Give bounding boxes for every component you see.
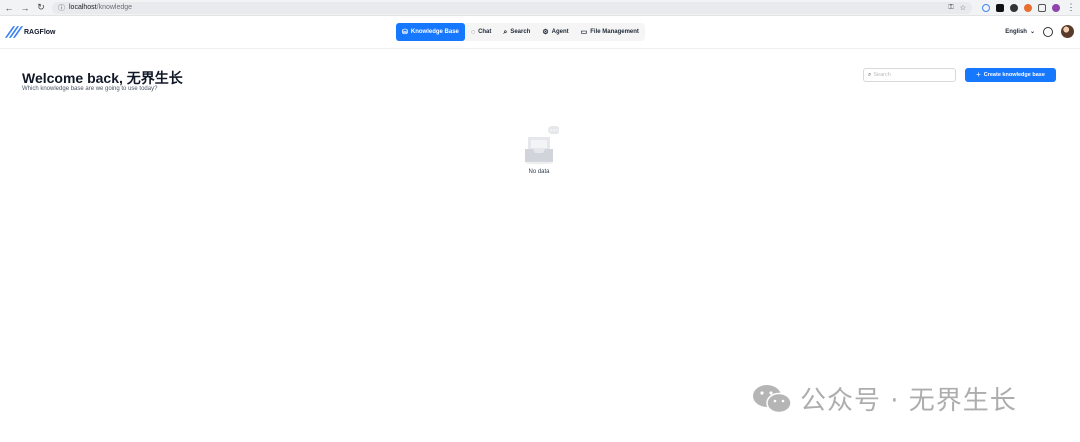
browser-toolbar: ← → ↻ ⓘ localhost/knowledge ⚿ ☆ ⋮ [0, 0, 1080, 16]
nav-item-chat[interactable]: ◌ Chat [465, 23, 498, 41]
github-icon[interactable] [1043, 26, 1053, 37]
nav-item-label: Search [510, 29, 531, 35]
bookmark-star-icon[interactable]: ☆ [960, 4, 966, 12]
empty-inbox-icon [525, 126, 559, 165]
url-host: localhost [69, 4, 97, 11]
wechat-icon [753, 384, 792, 413]
search-input[interactable] [873, 72, 951, 78]
app-header: RAGFlow ⛁ Knowledge Base ◌ Chat ⌕ Search… [0, 16, 1080, 49]
nav-item-file-management[interactable]: ▭ File Management [575, 23, 645, 41]
nav-item-label: File Management [590, 29, 639, 35]
create-button-label: Create knowledge base [983, 72, 1045, 78]
reload-icon[interactable]: ↻ [36, 2, 46, 13]
nav-item-label: Agent [551, 29, 569, 35]
language-label: English [1005, 28, 1027, 35]
url-path: /knowledge [96, 4, 133, 11]
forward-icon[interactable]: → [20, 3, 30, 13]
extension-dog-icon[interactable] [1010, 3, 1018, 12]
search-field[interactable]: ⌕ [863, 68, 956, 82]
watermark-text: 公众号 · 无界生长 [800, 386, 1017, 416]
nav-item-label: Knowledge Base [410, 29, 459, 35]
chat-icon: ◌ [470, 28, 476, 36]
plus-icon: + [976, 70, 981, 79]
password-key-icon[interactable]: ⚿ [948, 4, 953, 12]
site-info-icon[interactable]: ⓘ [58, 3, 65, 13]
empty-state-text: No data [528, 169, 550, 175]
nav-item-knowledge-base[interactable]: ⛁ Knowledge Base [396, 23, 465, 41]
browser-menu-icon[interactable]: ⋮ [1066, 2, 1076, 13]
extension-g-icon[interactable] [982, 3, 990, 12]
search-icon: ⌕ [868, 71, 872, 78]
main-content: Welcome back, 无界生长 Which knowledge base … [0, 49, 1080, 441]
address-bar[interactable]: ⓘ localhost/knowledge ⚿ ☆ [52, 1, 972, 14]
profile-avatar-icon[interactable] [1052, 3, 1060, 12]
back-icon[interactable]: ← [4, 3, 14, 13]
watermark: 公众号 · 无界生长 [752, 380, 1017, 417]
agent-icon: ⚙ [542, 28, 549, 36]
extension-k-icon[interactable] [996, 3, 1004, 12]
empty-state: No data [516, 125, 562, 175]
app-logo[interactable]: RAGFlow [4, 26, 56, 38]
user-avatar[interactable] [1061, 25, 1074, 38]
chevron-down-icon: ⌄ [1029, 29, 1035, 35]
ragflow-logo-icon [4, 26, 24, 38]
database-icon: ⛁ [402, 28, 408, 36]
page-subtitle: Which knowledge base are we going to use… [22, 86, 158, 92]
top-nav: ⛁ Knowledge Base ◌ Chat ⌕ Search ⚙ Agent… [396, 23, 645, 41]
header-right: English ⌄ [1005, 25, 1074, 38]
nav-item-search[interactable]: ⌕ Search [497, 23, 536, 41]
language-selector[interactable]: English ⌄ [1005, 28, 1035, 36]
app-name: RAGFlow [24, 28, 56, 36]
create-knowledge-base-button[interactable]: + Create knowledge base [965, 68, 1056, 82]
nav-item-label: Chat [478, 29, 492, 35]
extension-fox-icon[interactable] [1024, 3, 1032, 12]
search-icon: ⌕ [503, 28, 508, 36]
folder-icon: ▭ [580, 28, 588, 36]
extensions-puzzle-icon[interactable] [1038, 3, 1046, 12]
page-title: Welcome back, 无界生长 [22, 70, 183, 86]
nav-item-agent[interactable]: ⚙ Agent [536, 23, 574, 41]
